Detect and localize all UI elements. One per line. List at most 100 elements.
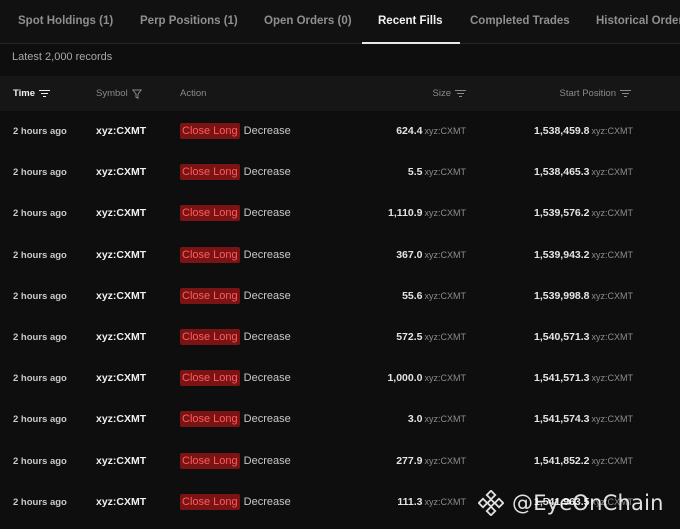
action-direction: Decrease	[243, 372, 291, 385]
tab-historical-orders[interactable]: Historical Orders	[596, 0, 680, 43]
fill-symbol[interactable]: xyz:CXMT	[96, 276, 146, 317]
action-direction: Decrease	[243, 166, 291, 179]
start-position-unit: xyz:CXMT	[591, 208, 634, 219]
size-value: 5.5	[407, 166, 423, 179]
action-badge: Close Long	[180, 493, 240, 510]
fill-symbol[interactable]: xyz:CXMT	[96, 111, 146, 152]
fill-size: 111.3 xyz:CXMT	[397, 482, 466, 523]
fill-symbol[interactable]: xyz:CXMT	[96, 317, 146, 358]
tab-perp-positions[interactable]: Perp Positions (1)	[140, 0, 238, 43]
fill-symbol[interactable]: xyz:CXMT	[96, 235, 146, 276]
fill-start-position: 1,541,574.3 xyz:CXMT	[534, 399, 633, 440]
action-badge: Close Long	[180, 370, 240, 387]
binance-logo-icon	[478, 490, 504, 516]
filter-icon[interactable]	[131, 89, 142, 99]
fill-symbol[interactable]: xyz:CXMT	[96, 441, 146, 482]
fill-time: 2 hours ago	[13, 126, 67, 137]
size-unit: xyz:CXMT	[424, 496, 467, 507]
sort-icon[interactable]	[620, 89, 631, 98]
action-badge: Close Long	[180, 452, 240, 469]
sort-icon[interactable]	[39, 89, 51, 98]
size-unit: xyz:CXMT	[424, 414, 467, 425]
fill-symbol[interactable]: xyz:CXMT	[96, 399, 146, 440]
size-unit: xyz:CXMT	[424, 208, 467, 219]
fill-time: 2 hours ago	[13, 496, 67, 508]
fill-time: 2 hours ago	[13, 414, 67, 426]
action-direction: Decrease	[243, 413, 291, 426]
column-label-size: Size	[432, 88, 451, 99]
fill-size: 55.6 xyz:CXMT	[402, 276, 466, 317]
size-unit: xyz:CXMT	[424, 331, 467, 342]
start-position-value: 1,541,852.2	[534, 454, 590, 467]
table-row[interactable]: 2 hours ago xyz:CXMT Close Long Decrease 55.…	[0, 276, 680, 317]
table-row[interactable]: 2 hours ago xyz:CXMT Close Long Decrease 1,0…	[0, 358, 680, 399]
table-row[interactable]: 2 hours ago xyz:CXMT Close Long Decrease 1,1…	[0, 193, 680, 234]
tab-recent-fills[interactable]: Recent Fills	[362, 0, 460, 44]
fill-start-position: 1,539,943.2 xyz:CXMT	[534, 235, 633, 276]
start-position-value: 1,539,576.2	[534, 207, 590, 220]
fills-table: Time Symbol Action Size Start Position 2…	[0, 76, 680, 523]
action-direction: Decrease	[243, 330, 291, 343]
tab-completed-trades[interactable]: Completed Trades	[470, 0, 570, 43]
fill-action: Close Long Decrease	[180, 152, 291, 193]
fill-time: 2 hours ago	[13, 455, 67, 467]
size-unit: xyz:CXMT	[424, 126, 467, 136]
action-badge: Close Long	[180, 246, 240, 263]
tab-bar: Spot Holdings (1) Perp Positions (1) Ope…	[0, 0, 680, 44]
size-unit: xyz:CXMT	[424, 249, 467, 260]
column-label-start-position: Start Position	[559, 88, 617, 99]
size-unit: xyz:CXMT	[424, 290, 467, 301]
size-value: 572.5	[396, 330, 423, 343]
start-position-value: 1,540,571.3	[534, 330, 590, 343]
fill-start-position: 1,539,998.8 xyz:CXMT	[534, 276, 633, 317]
column-header-size[interactable]: Size	[433, 76, 466, 111]
start-position-unit: xyz:CXMT	[591, 249, 634, 260]
fill-symbol[interactable]: xyz:CXMT	[96, 482, 146, 523]
action-direction: Decrease	[243, 248, 291, 261]
action-direction: Decrease	[243, 125, 291, 137]
fill-time: 2 hours ago	[13, 331, 67, 343]
table-row[interactable]: 2 hours ago xyz:CXMT Close Long Decrease 624…	[0, 111, 680, 152]
fill-action: Close Long Decrease	[180, 317, 291, 358]
column-header-time[interactable]: Time	[13, 76, 51, 111]
table-row[interactable]: 2 hours ago xyz:CXMT Close Long Decrease 572…	[0, 317, 680, 358]
fill-start-position: 1,541,571.3 xyz:CXMT	[534, 358, 633, 399]
size-value: 55.6	[402, 289, 423, 302]
tab-open-orders[interactable]: Open Orders (0)	[264, 0, 352, 43]
start-position-value: 1,539,998.8	[534, 289, 590, 302]
fill-action: Close Long Decrease	[180, 482, 291, 523]
table-row[interactable]: 2 hours ago xyz:CXMT Close Long Decrease 5.5…	[0, 152, 680, 193]
size-unit: xyz:CXMT	[424, 373, 467, 384]
watermark: @EyeOnChain	[478, 486, 664, 520]
action-direction: Decrease	[243, 207, 291, 220]
action-badge: Close Long	[180, 287, 240, 304]
fill-symbol[interactable]: xyz:CXMT	[96, 193, 146, 234]
fill-start-position: 1,540,571.3 xyz:CXMT	[534, 317, 633, 358]
fill-action: Close Long Decrease	[180, 235, 291, 276]
fill-symbol[interactable]: xyz:CXMT	[96, 152, 146, 193]
table-header: Time Symbol Action Size Start Position	[0, 76, 680, 111]
start-position-value: 1,541,571.3	[534, 372, 590, 385]
size-value: 111.3	[397, 495, 423, 508]
sort-icon[interactable]	[455, 89, 466, 98]
column-header-start-position[interactable]: Start Position	[559, 76, 631, 111]
fill-time: 2 hours ago	[13, 208, 67, 220]
start-position-value: 1,541,574.3	[534, 413, 590, 426]
start-position-value: 1,538,459.8	[534, 125, 590, 137]
size-value: 277.9	[396, 454, 423, 467]
table-row[interactable]: 2 hours ago xyz:CXMT Close Long Decrease 367…	[0, 235, 680, 276]
table-row[interactable]: 2 hours ago xyz:CXMT Close Long Decrease 3.0…	[0, 399, 680, 440]
table-row[interactable]: 2 hours ago xyz:CXMT Close Long Decrease 277…	[0, 441, 680, 482]
start-position-unit: xyz:CXMT	[591, 455, 634, 466]
column-label-symbol: Symbol	[96, 88, 128, 99]
action-badge: Close Long	[180, 205, 240, 222]
action-direction: Decrease	[243, 454, 291, 467]
tab-spot-holdings[interactable]: Spot Holdings (1)	[18, 0, 113, 43]
fill-time: 2 hours ago	[13, 373, 67, 385]
action-direction: Decrease	[243, 495, 291, 508]
column-header-symbol[interactable]: Symbol	[96, 76, 142, 111]
column-label-time: Time	[13, 88, 36, 99]
size-value: 1,000.0	[387, 372, 423, 385]
watermark-text: @EyeOnChain	[512, 491, 664, 515]
fill-symbol[interactable]: xyz:CXMT	[96, 358, 146, 399]
